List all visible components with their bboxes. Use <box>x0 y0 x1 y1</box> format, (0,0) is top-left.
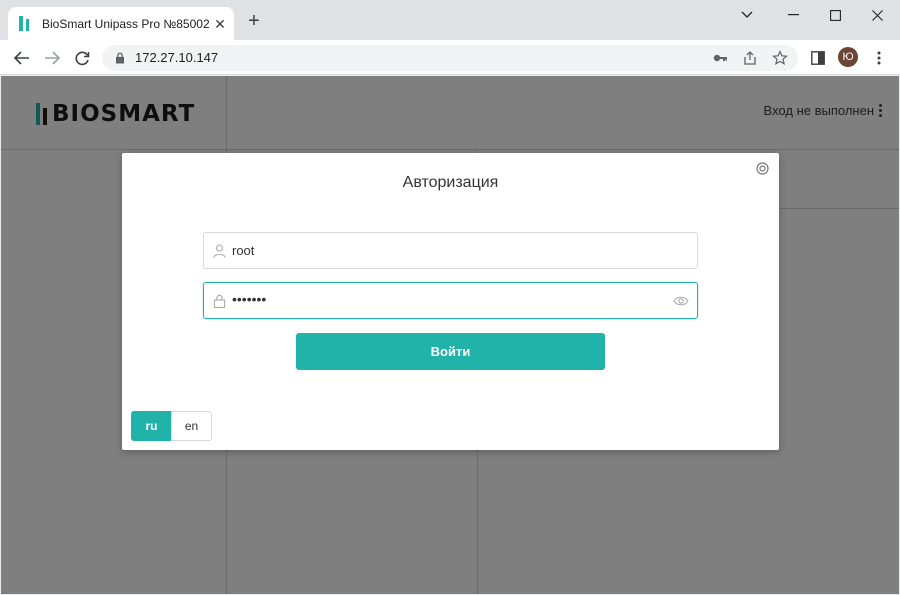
kebab-menu-icon[interactable] <box>870 49 888 67</box>
browser-tab[interactable]: BioSmart Unipass Pro №8500298 ✕ <box>8 7 234 40</box>
lang-ru-button[interactable]: ru <box>131 411 172 441</box>
plus-icon[interactable]: + <box>244 11 264 32</box>
maximize-icon[interactable] <box>812 0 858 30</box>
minimize-icon[interactable] <box>770 0 816 30</box>
eye-icon[interactable] <box>673 294 689 308</box>
share-icon[interactable] <box>742 50 758 66</box>
chevron-down-icon[interactable] <box>724 0 770 30</box>
lock-icon[interactable] <box>115 52 125 64</box>
profile-avatar[interactable]: Ю <box>838 47 858 67</box>
login-button[interactable]: Войти <box>296 333 605 370</box>
user-icon <box>213 244 226 258</box>
browser-toolbar: 172.27.10.147 Ю <box>0 40 900 75</box>
address-bar[interactable]: 172.27.10.147 <box>102 45 798 71</box>
password-field[interactable]: ••••••• <box>203 282 698 319</box>
back-icon[interactable] <box>10 46 34 70</box>
key-icon[interactable] <box>712 50 728 66</box>
username-field[interactable]: root <box>203 232 698 269</box>
forward-icon[interactable] <box>40 46 64 70</box>
reload-icon[interactable] <box>70 46 94 70</box>
favicon-icon <box>19 16 29 31</box>
padlock-icon <box>213 294 226 308</box>
auth-modal: Авторизация root ••••••• Войти ru en <box>122 153 779 450</box>
star-icon[interactable] <box>772 50 788 66</box>
username-value[interactable]: root <box>232 243 254 258</box>
url-text[interactable]: 172.27.10.147 <box>135 50 218 65</box>
page-viewport: BIOSMART Вход не выполнен Авторизация ro… <box>1 76 899 594</box>
modal-title: Авторизация <box>402 174 499 191</box>
close-icon[interactable]: ✕ <box>212 16 228 32</box>
lang-en-button[interactable]: en <box>171 411 212 441</box>
window-close-icon[interactable] <box>854 0 900 30</box>
password-value[interactable]: ••••••• <box>232 291 266 307</box>
tab-strip: BioSmart Unipass Pro №8500298 ✕ + <box>0 0 900 40</box>
sidepanel-icon[interactable] <box>809 49 827 67</box>
tab-title: BioSmart Unipass Pro №8500298 <box>42 17 210 31</box>
